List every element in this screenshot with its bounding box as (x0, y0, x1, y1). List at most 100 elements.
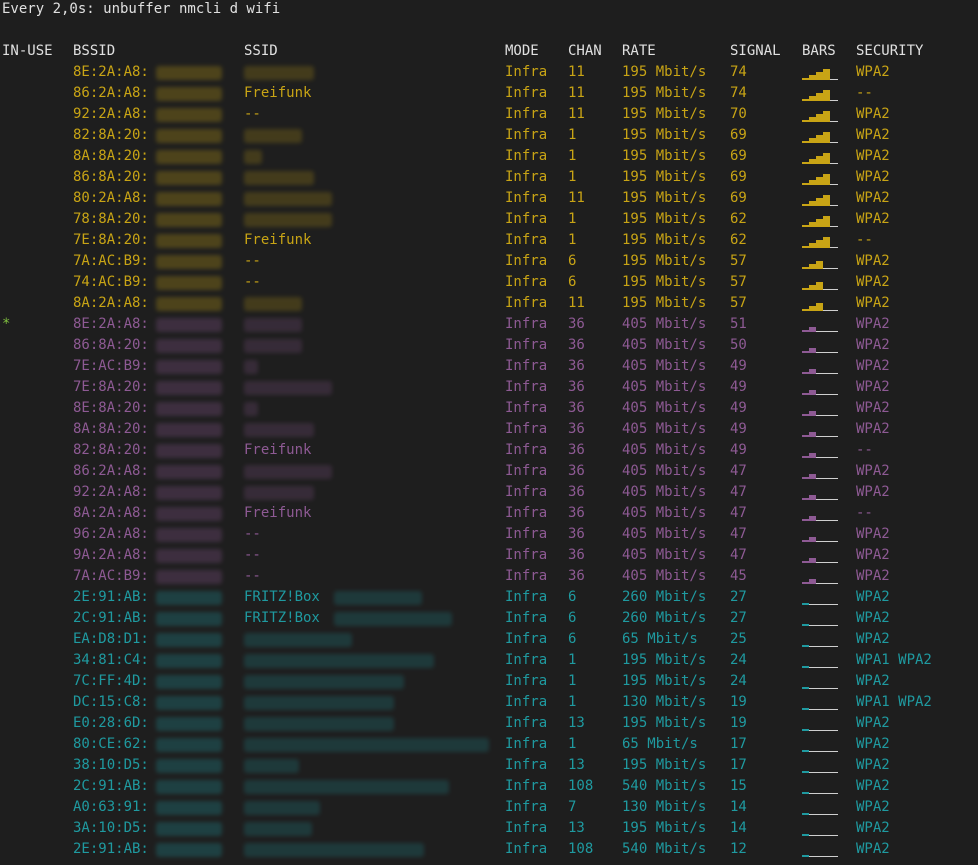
signal-bar (802, 582, 809, 584)
signal-bar (809, 537, 816, 542)
rate-cell: 405 Mbit/s (622, 358, 707, 374)
signal-cell: 12 (730, 841, 747, 857)
redacted-bssid (156, 675, 222, 689)
signal-cell: 69 (730, 190, 747, 206)
signal-bar (816, 373, 823, 374)
signal-cell: 62 (730, 211, 747, 227)
mode-cell: Infra (505, 358, 548, 374)
bssid-cell: 7C:FF:4D: (73, 673, 149, 689)
rate-cell: 260 Mbit/s (622, 589, 707, 605)
ssid-cell: -- (244, 568, 261, 584)
chan-cell: 36 (568, 505, 585, 521)
mode-cell: Infra (505, 211, 548, 227)
redacted-ssid (244, 717, 394, 731)
redacted-ssid (244, 213, 332, 227)
chan-cell: 36 (568, 484, 585, 500)
mode-cell: Infra (505, 652, 548, 668)
signal-bar (830, 499, 838, 500)
redacted-ssid (244, 738, 489, 752)
redacted-bssid (156, 570, 222, 584)
signal-bar (809, 814, 816, 815)
signal-bar (809, 516, 816, 521)
signal-bar (809, 604, 816, 605)
signal-bar (802, 267, 809, 269)
signal-bar (823, 562, 830, 563)
signal-bar (809, 688, 816, 689)
chan-cell: 1 (568, 652, 577, 668)
signal-bars-icon (802, 209, 842, 230)
table-row: 8E:2A:A8: Infra 11 195 Mbit/s 74 WPA2 (0, 62, 978, 83)
redacted-bssid (156, 423, 222, 437)
signal-bar (816, 604, 823, 605)
signal-cell: 14 (730, 820, 747, 836)
signal-bar (823, 457, 830, 458)
redacted-ssid (244, 759, 299, 773)
signal-bar (802, 120, 809, 122)
mode-cell: Infra (505, 64, 548, 80)
redacted-bssid (156, 801, 222, 815)
in-use-marker: * (2, 316, 11, 332)
signal-bars-icon (802, 755, 842, 776)
mode-cell: Infra (505, 295, 548, 311)
header-signal: SIGNAL (730, 43, 781, 59)
signal-bar (823, 541, 830, 542)
signal-bar (816, 282, 823, 290)
rate-cell: 405 Mbit/s (622, 568, 707, 584)
signal-bar (830, 415, 838, 416)
signal-bar (823, 373, 830, 374)
signal-bar (802, 456, 809, 458)
signal-bar (830, 289, 838, 290)
bssid-cell: 82:8A:20: (73, 442, 149, 458)
chan-cell: 6 (568, 631, 577, 647)
table-row: 2C:91:AB: Infra 108 540 Mbit/s 15 WPA2 (0, 776, 978, 797)
signal-bars-icon (802, 776, 842, 797)
signal-bar (830, 604, 838, 605)
bssid-cell: 2C:91:AB: (73, 610, 149, 626)
signal-bar (830, 205, 838, 206)
chan-cell: 7 (568, 799, 577, 815)
table-row: 7E:8A:20: Freifunk Infra 1 195 Mbit/s 62 -- (0, 230, 978, 251)
table-row: 2C:91:AB: FRITZ!Box Infra 6 260 Mbit/s 27 WPA2 (0, 608, 978, 629)
signal-cell: 17 (730, 757, 747, 773)
mode-cell: Infra (505, 442, 548, 458)
signal-bar (830, 436, 838, 437)
signal-bar (802, 183, 809, 185)
chan-cell: 108 (568, 778, 594, 794)
bssid-cell: 86:2A:A8: (73, 85, 149, 101)
signal-bar (809, 180, 816, 185)
rate-cell: 405 Mbit/s (622, 484, 707, 500)
signal-bar (809, 243, 816, 248)
bssid-cell: 2E:91:AB: (73, 841, 149, 857)
ssid-cell: -- (244, 274, 261, 290)
terminal-window[interactable]: Every 2,0s: unbuffer nmcli d wifi IN-USE… (0, 0, 978, 865)
mode-cell: Infra (505, 547, 548, 563)
header-bssid: BSSID (73, 43, 116, 59)
signal-bars-icon (802, 440, 842, 461)
signal-bar (816, 219, 823, 227)
signal-bar (809, 96, 816, 101)
ssid-cell: Freifunk (244, 232, 312, 248)
security-cell: WPA2 (856, 337, 890, 353)
signal-cell: 47 (730, 484, 747, 500)
signal-bars-icon (802, 167, 842, 188)
signal-bar (830, 688, 838, 689)
mode-cell: Infra (505, 589, 548, 605)
signal-bars-icon (802, 104, 842, 125)
table-row: 3A:10:D5: Infra 13 195 Mbit/s 14 WPA2 (0, 818, 978, 839)
chan-cell: 36 (568, 400, 585, 416)
signal-cell: 57 (730, 253, 747, 269)
signal-bar (823, 751, 830, 752)
bssid-cell: 34:81:C4: (73, 652, 149, 668)
signal-bar (823, 216, 830, 227)
mode-cell: Infra (505, 337, 548, 353)
redacted-ssid (244, 675, 404, 689)
signal-bar (809, 772, 816, 773)
signal-bar (816, 198, 823, 206)
signal-cell: 50 (730, 337, 747, 353)
signal-bars-icon (802, 377, 842, 398)
signal-bar (802, 309, 809, 311)
header-bars: BARS (802, 43, 836, 59)
security-cell: WPA2 (856, 274, 890, 290)
table-row: 2E:91:AB: Infra 108 540 Mbit/s 12 WPA2 (0, 839, 978, 860)
redacted-ssid (244, 150, 262, 164)
